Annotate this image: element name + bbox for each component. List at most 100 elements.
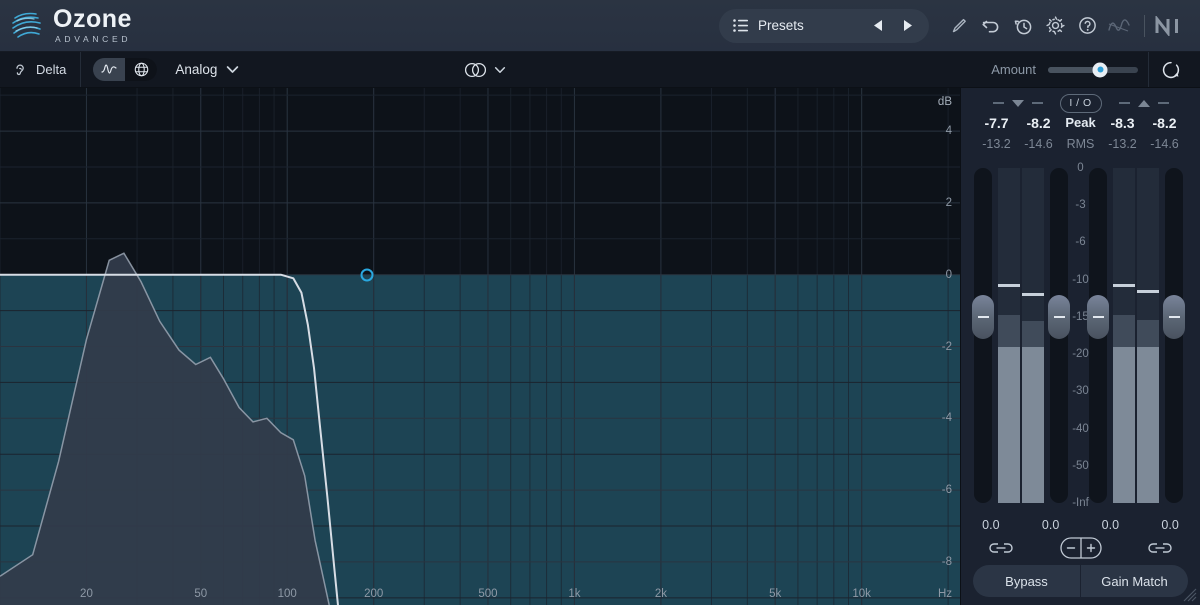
native-instruments-logo-button[interactable] xyxy=(1154,10,1186,42)
output-peak-right: -8.2 xyxy=(1152,114,1177,131)
meter-scale--Inf: -Inf xyxy=(1072,497,1089,509)
list-icon xyxy=(733,19,748,32)
dash-right-icon xyxy=(1031,102,1043,104)
io-toggle-button[interactable]: I / O xyxy=(1059,93,1102,113)
peak-row-label: Peak xyxy=(1065,114,1096,130)
input-rms-right: -14.6 xyxy=(1024,136,1053,151)
triangle-down-icon[interactable] xyxy=(1011,99,1025,108)
history-button[interactable] xyxy=(1007,10,1039,42)
brand-subtitle: ADVANCED xyxy=(55,34,132,45)
gear-icon xyxy=(1045,16,1065,35)
output-link-button[interactable] xyxy=(1120,540,1200,556)
output-gain-left[interactable]: 0.0 xyxy=(1081,518,1141,532)
meter-peak-fill xyxy=(1113,315,1135,347)
izotope-logo-button[interactable] xyxy=(1103,10,1135,42)
input-peak-left: -7.7 xyxy=(984,114,1009,131)
dash-left-icon xyxy=(1118,102,1130,104)
izotope-squiggle-logo xyxy=(1108,18,1130,32)
rms-row-label: RMS xyxy=(1066,136,1095,151)
resize-grip-icon[interactable] xyxy=(1183,588,1197,602)
output-collapse-group[interactable] xyxy=(1102,99,1186,108)
minus-plus-stepper-icon[interactable] xyxy=(1059,537,1102,559)
bypass-button[interactable]: Bypass xyxy=(973,565,1080,597)
output-fader-right[interactable] xyxy=(1163,168,1185,503)
settings-button[interactable] xyxy=(1039,10,1071,42)
input-peak-right: -8.2 xyxy=(1026,114,1051,131)
meter-peak-fill xyxy=(1022,321,1044,347)
output-peak-left: -8.3 xyxy=(1110,114,1135,131)
gain-link-row xyxy=(961,535,1200,561)
stereo-circles-icon xyxy=(464,62,487,77)
eq-mode-label: Analog xyxy=(175,62,218,77)
delta-label: Delta xyxy=(36,62,67,77)
input-rms-left: -13.2 xyxy=(982,136,1011,151)
globe-icon xyxy=(134,62,149,77)
meter-scale-0: 0 xyxy=(1077,162,1084,174)
meter-peak-hold xyxy=(1022,293,1044,297)
title-bar: Ozone ADVANCED Presets xyxy=(0,0,1200,52)
output-gain-right[interactable]: 0.0 xyxy=(1140,518,1200,532)
amount-slider[interactable] xyxy=(1048,62,1138,77)
output-rms-right: -14.6 xyxy=(1150,136,1179,151)
amount-slider-handle[interactable] xyxy=(1092,62,1108,77)
eq-mode-dropdown-button[interactable] xyxy=(226,61,239,79)
gain-stepper[interactable] xyxy=(1041,537,1121,559)
input-collapse-group[interactable] xyxy=(976,99,1060,108)
output-fader-left[interactable] xyxy=(1087,168,1109,503)
stereo-mode-selector[interactable] xyxy=(462,61,506,79)
triangle-left-icon xyxy=(874,20,882,31)
meter-peak-fill xyxy=(998,315,1020,347)
module-toolbar: Delta Analog Amount xyxy=(0,52,1200,88)
input-link-button[interactable] xyxy=(961,540,1041,556)
pencil-icon xyxy=(952,18,966,32)
preset-prev-button[interactable] xyxy=(863,11,893,41)
output-fader-left-handle[interactable] xyxy=(1087,294,1109,339)
input-fader-left[interactable] xyxy=(972,168,994,503)
pencil-button[interactable] xyxy=(943,10,975,42)
preset-next-button[interactable] xyxy=(893,11,923,41)
ozone-logo-icon xyxy=(12,12,41,38)
input-gain-right[interactable]: 0.0 xyxy=(1021,518,1081,532)
amount-reset-button[interactable] xyxy=(1148,52,1192,87)
output-rms-left: -13.2 xyxy=(1108,136,1137,151)
view-mode-globe-button[interactable] xyxy=(125,58,158,81)
meter-peak-hold xyxy=(1113,284,1135,288)
input-fader-right-handle[interactable] xyxy=(1048,294,1070,339)
input-meter-group xyxy=(972,168,1070,503)
eq-spectrum-graph[interactable]: dB Hz 4 2 0 -2 -4 -6 -8 20 50 100 200 500 1k 2k 5k 10k xyxy=(0,88,960,605)
presets-label: Presets xyxy=(758,18,804,33)
input-meter-bar-right xyxy=(1022,168,1044,503)
gain-match-button[interactable]: Gain Match xyxy=(1080,565,1188,597)
meter-scale--50: -50 xyxy=(1072,459,1089,472)
eq-node-node-1[interactable] xyxy=(360,268,374,282)
peak-values-row: -7.7 -8.2 Peak -8.3 -8.2 xyxy=(961,112,1200,133)
input-gain-left[interactable]: 0.0 xyxy=(961,518,1021,532)
output-fader-right-handle[interactable] xyxy=(1163,294,1185,339)
meter-header: I / O -7.7 -8.2 Peak -8.3 -8.2 -13.2 -14… xyxy=(961,88,1200,154)
undo-button[interactable] xyxy=(975,10,1007,42)
presets-selector[interactable]: Presets xyxy=(719,8,929,43)
toolbar-divider xyxy=(1144,14,1145,37)
triangle-right-icon xyxy=(904,20,912,31)
meter-bars-area[interactable]: 0 -3 -6 -10 -15 -20 -30 -40 -50 -Inf xyxy=(961,154,1200,515)
view-mode-toggle[interactable] xyxy=(93,58,158,81)
history-clock-icon xyxy=(1014,19,1032,34)
view-mode-curve-button[interactable] xyxy=(93,58,126,81)
circular-reset-arrow-icon xyxy=(1162,61,1179,78)
ozone-plugin-window: Ozone ADVANCED Presets Delta Analog Amou… xyxy=(0,0,1200,605)
meter-scale--6: -6 xyxy=(1075,236,1086,249)
eq-curve-icon xyxy=(101,63,117,74)
eq-graph-canvas[interactable] xyxy=(0,88,960,605)
link-chain-icon xyxy=(989,543,1013,553)
dash-right-icon xyxy=(1157,102,1169,104)
ear-icon xyxy=(16,64,24,75)
delta-button[interactable]: Delta xyxy=(0,52,82,87)
input-fader-right[interactable] xyxy=(1048,168,1070,503)
chevron-down-icon xyxy=(227,65,239,73)
triangle-up-icon[interactable] xyxy=(1137,99,1151,108)
dash-left-icon xyxy=(992,102,1004,104)
help-button[interactable] xyxy=(1071,10,1103,42)
input-fader-left-handle[interactable] xyxy=(972,294,994,339)
output-meter-group xyxy=(1087,168,1185,503)
meter-scale--30: -30 xyxy=(1072,385,1089,398)
